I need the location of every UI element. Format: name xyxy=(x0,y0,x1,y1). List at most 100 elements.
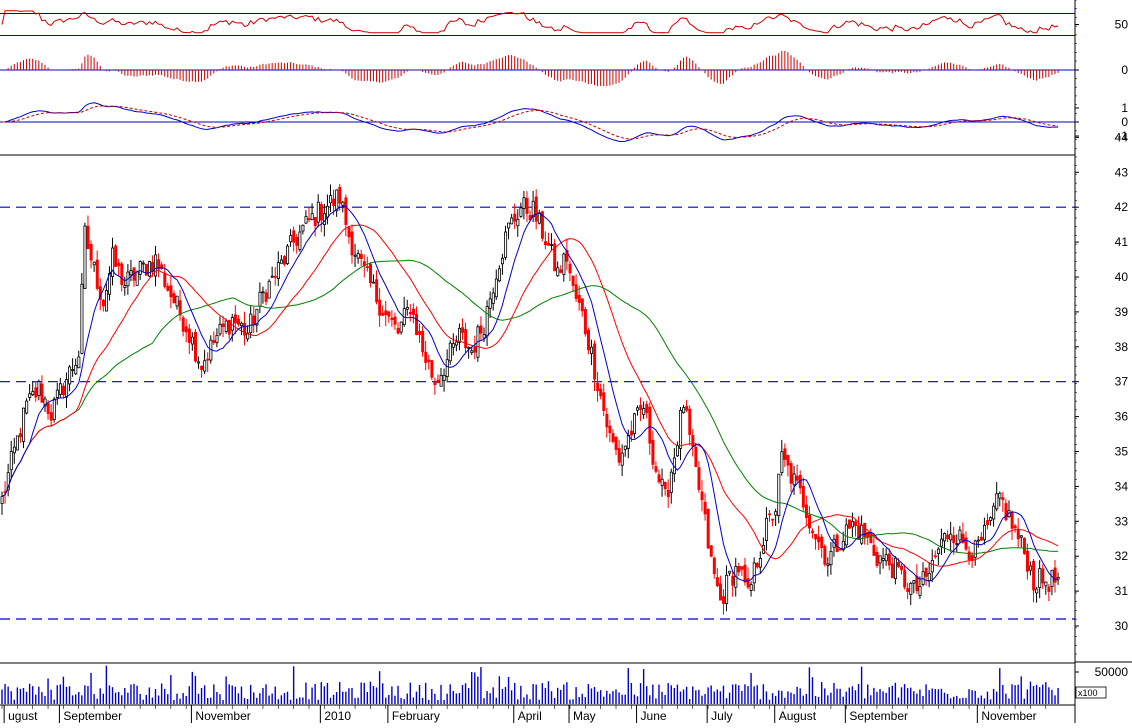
volume-tick-label: 50000 xyxy=(1095,665,1129,679)
month-label: September xyxy=(849,709,908,723)
candle-body xyxy=(378,299,382,316)
volume-panel xyxy=(1,665,1059,704)
candle-body xyxy=(952,535,956,544)
candle-body xyxy=(28,393,32,398)
candle-body xyxy=(838,548,842,551)
price-tick-label: 35 xyxy=(1115,445,1129,459)
candle-body xyxy=(556,267,560,277)
macd-tick-label: -1 xyxy=(1117,129,1128,143)
candle-body xyxy=(817,536,821,543)
price-tick-label: 43 xyxy=(1115,165,1129,179)
candle-body xyxy=(633,413,637,434)
candle-body xyxy=(771,518,775,521)
candle-body xyxy=(286,245,290,264)
candle-body xyxy=(946,534,950,540)
candle-body xyxy=(37,381,41,396)
candle-body xyxy=(252,315,256,326)
candle-body xyxy=(147,261,151,277)
candle-body xyxy=(52,398,56,420)
candle-body xyxy=(765,517,769,542)
month-axis: ugust September November 2010 February April M… xyxy=(1,705,1047,723)
candle-body xyxy=(399,321,403,333)
candle-body xyxy=(181,317,185,332)
candle-body xyxy=(912,580,916,584)
month-label: September xyxy=(63,709,122,723)
moving-average-slow xyxy=(1,259,1059,555)
price-tick-label: 42 xyxy=(1115,200,1129,214)
candle-body xyxy=(141,262,145,265)
candle-body xyxy=(884,554,888,562)
candle-body xyxy=(310,213,314,221)
price-tick-label: 32 xyxy=(1115,549,1129,563)
moving-average-fast xyxy=(1,205,1059,582)
candle-body xyxy=(1004,503,1008,521)
candle-body xyxy=(240,322,244,327)
candle-body xyxy=(897,562,901,567)
candle-body xyxy=(887,553,891,566)
macd-tick-label: 0 xyxy=(1121,115,1128,129)
candle-body xyxy=(491,292,495,304)
candle-body xyxy=(273,275,277,278)
candle-body xyxy=(559,269,563,273)
candle-body xyxy=(1022,537,1026,554)
candle-body xyxy=(918,586,922,596)
candle-body xyxy=(795,475,799,481)
candle-body xyxy=(964,537,968,550)
candle-body xyxy=(86,225,90,250)
candle-body xyxy=(789,463,793,484)
candle-body xyxy=(218,323,222,335)
price-panel xyxy=(0,184,1075,620)
price-tick-label: 39 xyxy=(1115,305,1129,319)
candle-body xyxy=(430,360,434,378)
candle-body xyxy=(970,555,974,561)
candle-body xyxy=(473,346,477,353)
candle-body xyxy=(534,196,538,222)
candle-body xyxy=(550,244,554,246)
candle-body xyxy=(390,317,394,320)
month-label: August xyxy=(779,709,817,723)
candle-body xyxy=(568,263,572,274)
candle-body xyxy=(25,400,29,414)
candle-body xyxy=(31,391,35,396)
candle-body xyxy=(752,562,756,584)
candle-body xyxy=(322,213,326,225)
candle-body xyxy=(1038,568,1042,589)
price-tick-label: 30 xyxy=(1115,619,1129,633)
candle-body xyxy=(829,550,833,566)
candle-body xyxy=(614,436,618,451)
candle-body xyxy=(605,413,609,428)
candle-body xyxy=(433,381,437,386)
candle-body xyxy=(746,578,750,588)
candle-body xyxy=(629,430,633,436)
candle-body xyxy=(393,316,397,325)
candle-body xyxy=(777,473,781,517)
candle-body xyxy=(958,529,962,541)
month-label: November xyxy=(195,709,250,723)
rsi-panel xyxy=(0,10,1075,36)
candle-body xyxy=(359,253,363,259)
candle-body xyxy=(15,435,19,451)
candle-body xyxy=(823,545,827,565)
month-label: ugust xyxy=(8,709,38,723)
candle-body xyxy=(847,519,851,529)
candle-body xyxy=(507,222,511,229)
candle-body xyxy=(973,540,977,558)
candle-body xyxy=(976,539,980,542)
candle-body xyxy=(645,404,649,413)
candle-body xyxy=(405,307,409,310)
candle-body xyxy=(715,577,719,587)
candle-body xyxy=(292,230,296,243)
candle-body xyxy=(903,570,907,588)
candle-body xyxy=(826,563,830,566)
candle-body xyxy=(144,263,148,276)
candle-body xyxy=(166,285,170,291)
candle-body xyxy=(344,197,348,225)
candle-body xyxy=(718,583,722,601)
candle-body xyxy=(1016,528,1020,540)
candle-body xyxy=(488,298,492,309)
candle-body xyxy=(1010,512,1014,529)
candle-body xyxy=(375,279,379,303)
candle-body xyxy=(663,481,667,490)
candle-body xyxy=(590,346,594,354)
candle-body xyxy=(617,448,621,463)
